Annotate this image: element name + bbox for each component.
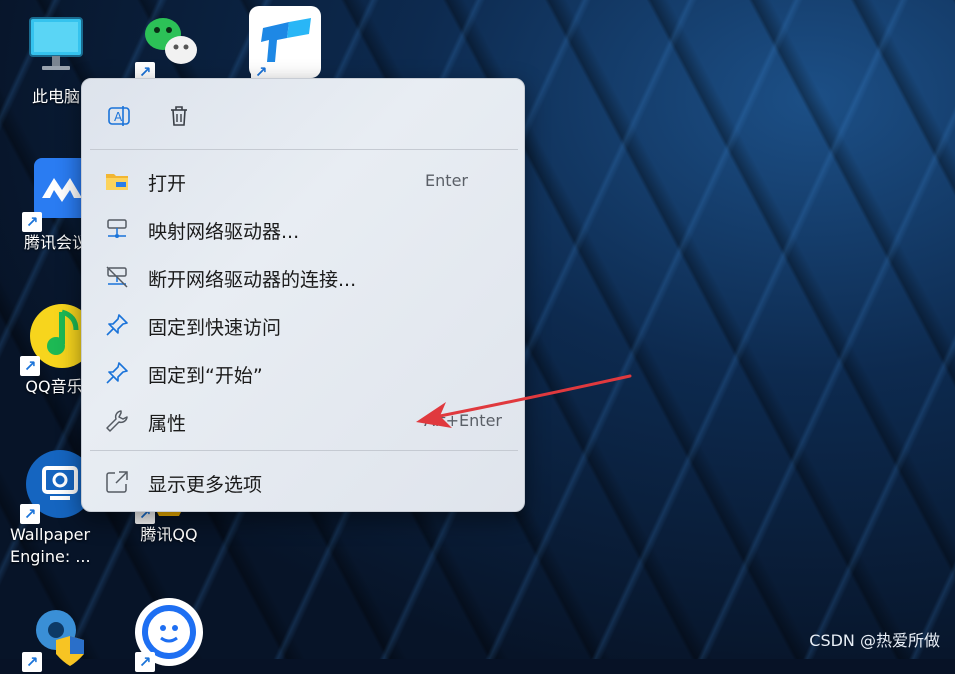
watermark: CSDN @热爱所做	[809, 631, 940, 650]
annotation-arrow	[416, 374, 632, 428]
